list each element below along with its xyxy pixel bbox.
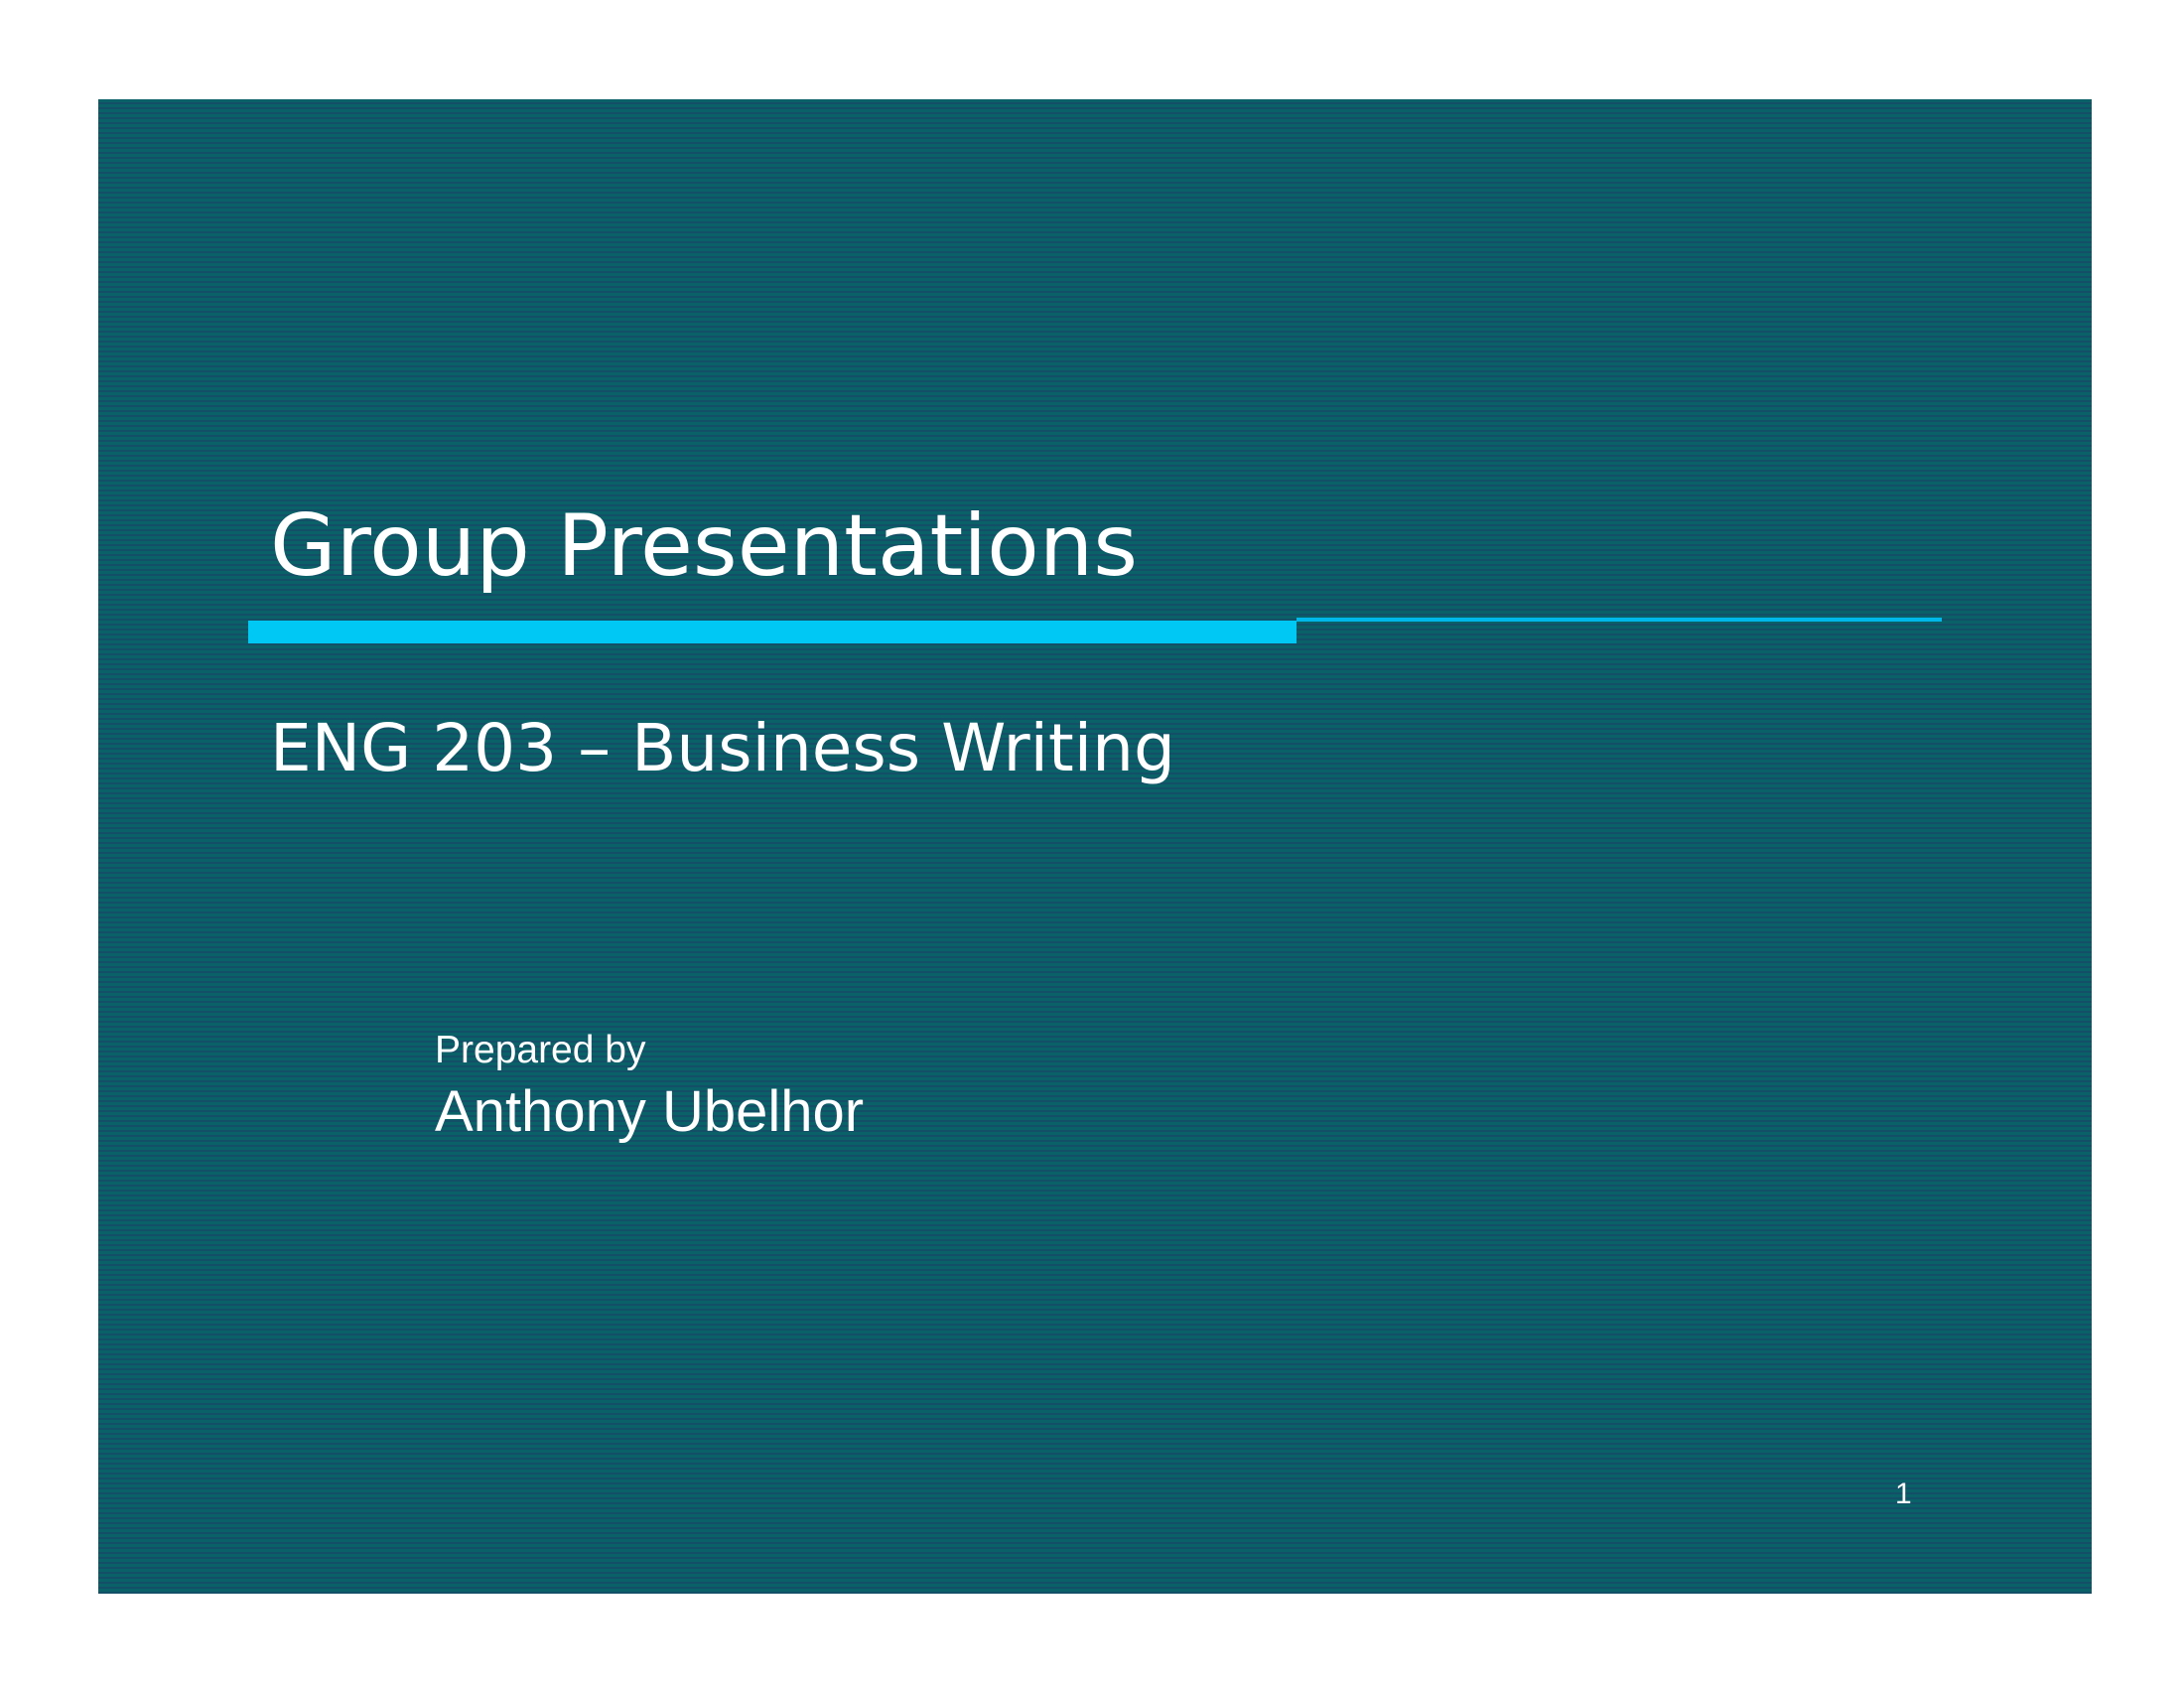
slide-subtitle: ENG 203 – Business Writing xyxy=(270,710,1175,786)
slide-title: Group Presentations xyxy=(270,496,1139,596)
title-accent-line xyxy=(1297,618,1942,622)
slide: Group Presentations ENG 203 – Business W… xyxy=(98,99,2092,1594)
author-name: Anthony Ubelhor xyxy=(435,1079,865,1144)
page-number: 1 xyxy=(1895,1477,1912,1510)
title-accent-bar xyxy=(248,621,1297,643)
prepared-by-label: Prepared by xyxy=(435,1029,646,1071)
